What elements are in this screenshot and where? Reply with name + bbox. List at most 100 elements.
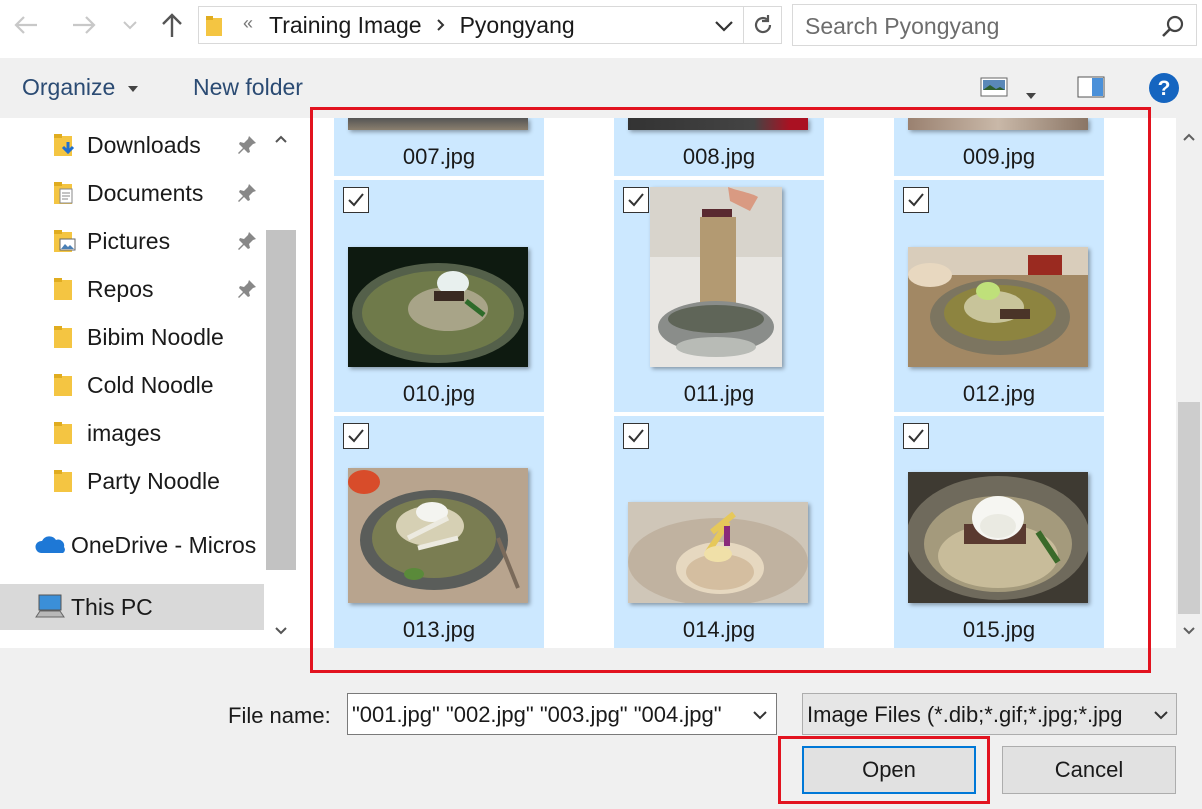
- file-tile-008[interactable]: 008.jpg: [614, 118, 824, 176]
- address-dropdown-icon[interactable]: [714, 20, 734, 32]
- nav-item-label: This PC: [71, 593, 153, 620]
- checkmark-icon: [348, 193, 364, 207]
- scroll-down-arrow[interactable]: [1182, 626, 1196, 636]
- preview-pane-button[interactable]: [1077, 76, 1105, 103]
- folder-icon: [54, 422, 72, 444]
- refresh-button[interactable]: [744, 6, 782, 44]
- nav-item-label: Repos: [87, 275, 154, 302]
- file-tile-015[interactable]: 015.jpg: [894, 416, 1104, 648]
- view-thumbnail-icon: [980, 77, 1008, 97]
- thumbnail-image: [908, 472, 1088, 603]
- file-tile-010[interactable]: 010.jpg: [334, 180, 544, 412]
- view-options-dropdown[interactable]: [1026, 86, 1036, 104]
- help-button[interactable]: ?: [1148, 72, 1180, 109]
- pin-icon[interactable]: [236, 182, 258, 204]
- nav-item-this-pc[interactable]: This PC: [0, 584, 264, 630]
- pin-icon[interactable]: [236, 278, 258, 300]
- nav-item-repos[interactable]: Repos: [0, 266, 264, 312]
- cancel-button[interactable]: Cancel: [1002, 746, 1176, 794]
- forward-button[interactable]: [68, 6, 100, 44]
- folder-icon: [54, 470, 72, 492]
- file-tile-011[interactable]: 011.jpg: [614, 180, 824, 412]
- back-arrow-icon: [14, 16, 37, 34]
- file-name-label: 012.jpg: [962, 381, 1036, 406]
- dialog-footer: File name: "001.jpg" "002.jpg" "003.jpg"…: [0, 648, 1202, 809]
- nav-item-label: Documents: [87, 179, 204, 206]
- file-name-label: 013.jpg: [402, 617, 476, 642]
- breadcrumb-item-training-image[interactable]: Training Image: [269, 12, 422, 39]
- dropdown-arrow-icon: [1026, 93, 1036, 99]
- nav-scroll-down-arrow[interactable]: [274, 626, 288, 636]
- svg-text:?: ?: [1158, 77, 1171, 100]
- file-name-label: File name:: [228, 703, 331, 728]
- organize-label: Organize: [22, 74, 116, 100]
- scroll-up-arrow[interactable]: [1182, 132, 1196, 142]
- navigation-pane: Downloads Documents Pictures Repos Bibim…: [0, 118, 298, 648]
- selection-checkbox[interactable]: [343, 423, 369, 449]
- up-arrow-icon: [162, 13, 182, 37]
- file-tile-013[interactable]: 013.jpg: [334, 416, 544, 648]
- file-name-combobox[interactable]: "001.jpg" "002.jpg" "003.jpg" "004.jpg": [347, 693, 777, 735]
- change-view-button[interactable]: [980, 76, 1008, 103]
- thumbnail-image: [348, 468, 528, 603]
- preview-pane-icon: [1077, 76, 1105, 98]
- nav-item-label: OneDrive - Micros: [71, 531, 257, 558]
- file-type-select[interactable]: Image Files (*.dib;*.gif;*.jpg;*.jpg: [802, 693, 1177, 735]
- forward-arrow-icon: [73, 16, 96, 34]
- selection-checkbox[interactable]: [343, 187, 369, 213]
- file-tile-014[interactable]: 014.jpg: [614, 416, 824, 648]
- thumbnail-image: [650, 187, 782, 367]
- nav-item-pictures[interactable]: Pictures: [0, 218, 264, 264]
- file-tile-012[interactable]: 012.jpg: [894, 180, 1104, 412]
- nav-item-party-noodle[interactable]: Party Noodle: [0, 458, 264, 504]
- nav-item-images[interactable]: images: [0, 410, 264, 456]
- folder-icon: [54, 326, 72, 348]
- thumbnail-image: [348, 247, 528, 367]
- nav-item-onedrive[interactable]: OneDrive - Micros: [0, 522, 264, 568]
- chevron-down-icon[interactable]: [752, 710, 768, 720]
- documents-folder-icon: [54, 182, 73, 204]
- back-button[interactable]: [10, 6, 42, 44]
- breadcrumb-item-pyongyang[interactable]: Pyongyang: [460, 12, 575, 39]
- pin-icon[interactable]: [236, 134, 258, 156]
- nav-item-bibim-noodle[interactable]: Bibim Noodle: [0, 314, 264, 360]
- file-tile-009[interactable]: 009.jpg: [894, 118, 1104, 176]
- recent-locations-button[interactable]: [118, 6, 142, 44]
- nav-item-downloads[interactable]: Downloads: [0, 122, 264, 168]
- dropdown-arrow-icon: [127, 85, 138, 92]
- checkmark-icon: [628, 429, 644, 443]
- nav-scrollbar[interactable]: [264, 118, 298, 648]
- path-overflow-glyph[interactable]: «: [243, 13, 253, 34]
- content-scrollbar-thumb[interactable]: [1178, 402, 1200, 614]
- file-name-label: 011.jpg: [683, 381, 755, 406]
- chevron-right-icon[interactable]: [436, 18, 446, 32]
- nav-item-documents[interactable]: Documents: [0, 170, 264, 216]
- nav-item-cold-noodle[interactable]: Cold Noodle: [0, 362, 264, 408]
- computer-icon: [35, 594, 65, 618]
- checkmark-icon: [908, 429, 924, 443]
- content-scrollbar[interactable]: [1176, 118, 1202, 648]
- file-name-input[interactable]: "001.jpg" "002.jpg" "003.jpg" "004.jpg": [352, 702, 740, 728]
- nav-scrollbar-thumb[interactable]: [266, 230, 296, 570]
- selection-checkbox[interactable]: [903, 187, 929, 213]
- thumbnail-image: [628, 502, 808, 603]
- folder-icon: [206, 16, 222, 36]
- selection-checkbox[interactable]: [903, 423, 929, 449]
- address-path-box[interactable]: « Training Image Pyongyang: [198, 6, 744, 44]
- selection-checkbox[interactable]: [623, 187, 649, 213]
- selection-checkbox[interactable]: [623, 423, 649, 449]
- pin-icon[interactable]: [236, 230, 258, 252]
- search-input[interactable]: Search Pyongyang: [792, 4, 1197, 46]
- file-list-view: 007.jpg 008.jpg 009.jpg 010.jpg 011.jpg …: [298, 118, 1202, 648]
- thumbnail-image: [908, 118, 1088, 130]
- organize-button[interactable]: Organize: [22, 74, 138, 101]
- file-tile-007[interactable]: 007.jpg: [334, 118, 544, 176]
- open-button[interactable]: Open: [802, 746, 976, 794]
- new-folder-button[interactable]: New folder: [193, 74, 303, 101]
- file-name-label: 007.jpg: [402, 144, 476, 169]
- nav-item-label: Pictures: [87, 227, 171, 254]
- up-button[interactable]: [156, 6, 188, 44]
- help-icon: ?: [1149, 73, 1179, 103]
- nav-item-label: Bibim Noodle: [87, 323, 224, 350]
- file-name-label: 009.jpg: [962, 144, 1036, 169]
